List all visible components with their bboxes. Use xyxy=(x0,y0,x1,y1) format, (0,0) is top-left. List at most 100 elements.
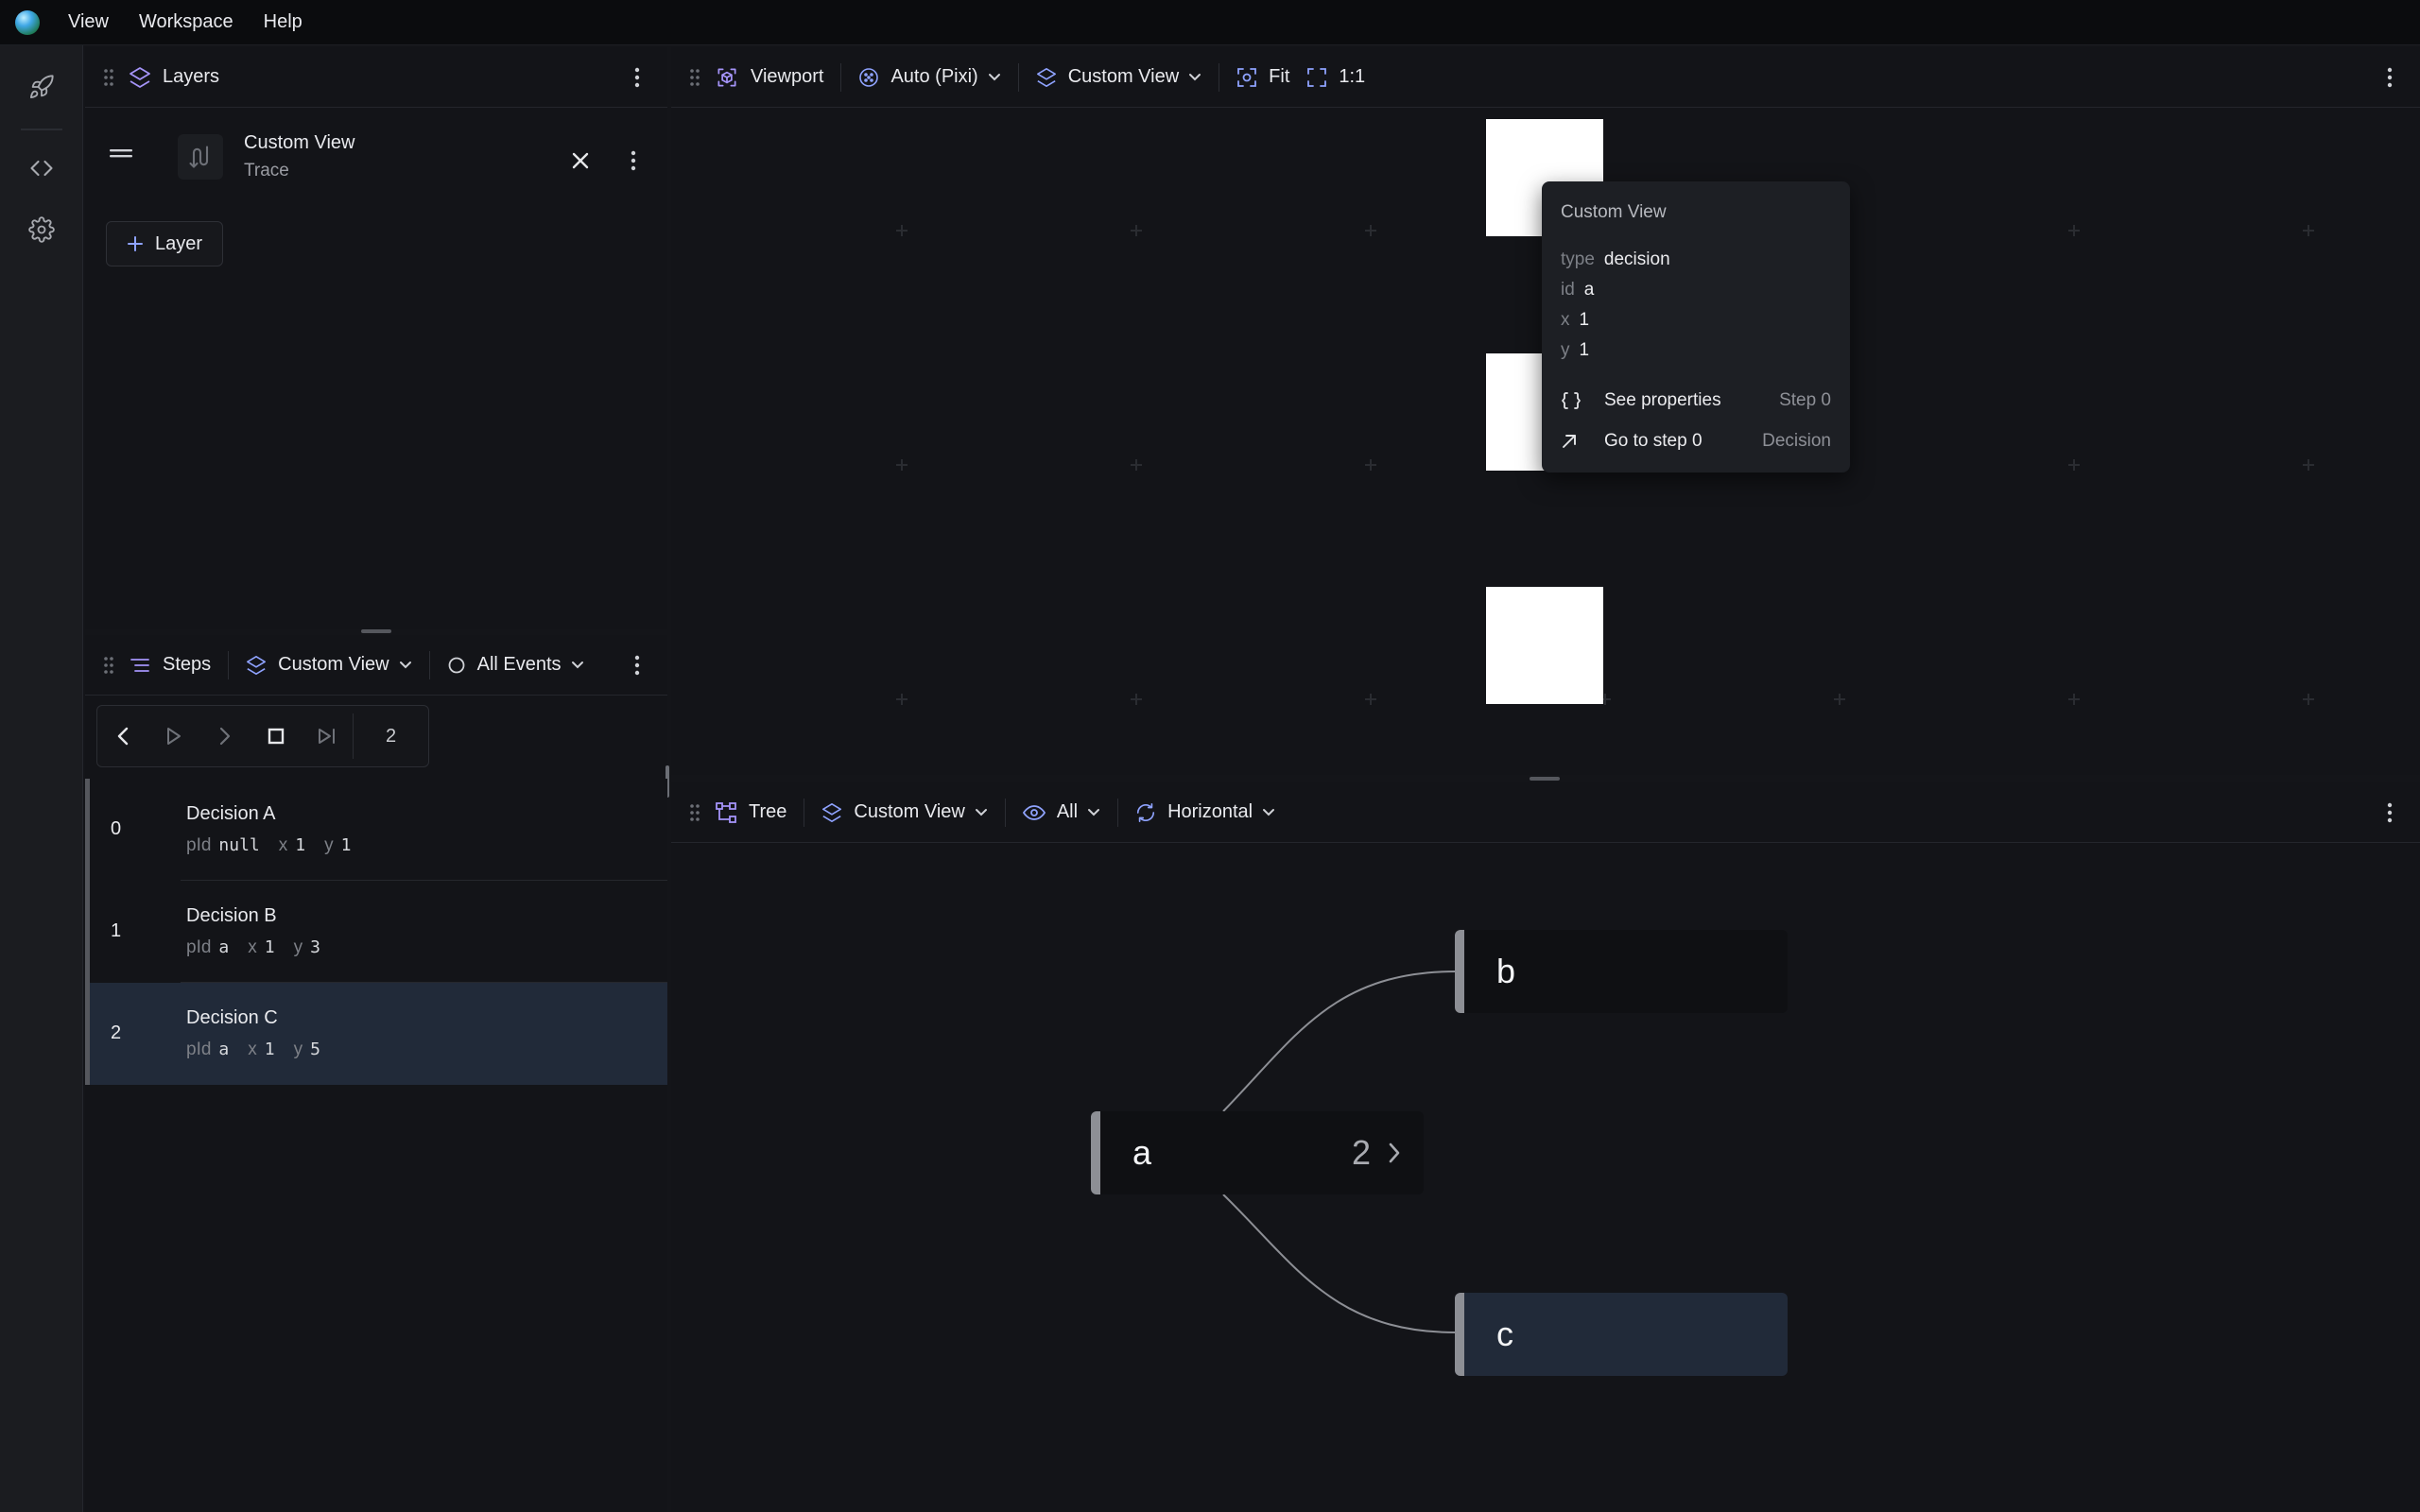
grid-cross xyxy=(896,459,908,471)
tooltip-key: id xyxy=(1561,280,1575,300)
menu-help[interactable]: Help xyxy=(264,11,302,33)
drag-handle-icon[interactable] xyxy=(98,656,119,675)
header-divider xyxy=(1017,62,1019,92)
y-key: y xyxy=(324,835,334,855)
actual-size-button[interactable]: 1:1 xyxy=(1306,66,1374,88)
steps-view-label: Custom View xyxy=(278,654,389,675)
grid-cross xyxy=(1834,694,1845,705)
tooltip-row: y1 xyxy=(1561,340,1589,361)
layer-grip-icon[interactable] xyxy=(110,149,132,159)
step-name: Decision A xyxy=(186,803,276,824)
drag-handle-icon[interactable] xyxy=(684,68,705,87)
next-step-button[interactable] xyxy=(199,706,251,766)
layer-kebab-icon[interactable] xyxy=(620,147,647,174)
rocket-icon[interactable] xyxy=(21,66,62,108)
layer-name: Custom View xyxy=(244,132,355,153)
tree-node-a[interactable]: a 2 xyxy=(1091,1111,1424,1194)
settings-icon[interactable] xyxy=(21,209,62,250)
pid-value: a xyxy=(218,937,230,957)
decision-square-c[interactable] xyxy=(1486,587,1603,704)
tree-node-b[interactable]: b xyxy=(1455,930,1788,1013)
drag-handle-icon[interactable] xyxy=(98,68,119,87)
stop-icon xyxy=(268,728,285,745)
node-accent-bar xyxy=(1455,930,1464,1013)
play-button[interactable] xyxy=(148,706,199,766)
grid-cross xyxy=(896,225,908,236)
chevron-right-icon[interactable] xyxy=(1388,1142,1401,1164)
menu-view[interactable]: View xyxy=(68,11,109,33)
step-name: Decision C xyxy=(186,1007,278,1028)
tooltip-value: a xyxy=(1583,280,1595,300)
layers-steps-resize-handle[interactable] xyxy=(361,629,391,633)
viewport-tree-resize-handle[interactable] xyxy=(1530,777,1560,781)
pid-key: pId xyxy=(186,835,212,855)
add-layer-button[interactable]: Layer xyxy=(106,221,223,266)
step-row[interactable]: 1 Decision B pId a x1 y3 xyxy=(85,881,667,983)
menu-workspace[interactable]: Workspace xyxy=(139,11,233,33)
grid-cross xyxy=(2303,225,2314,236)
go-to-step-hint: Decision xyxy=(1762,431,1831,451)
y-value: 3 xyxy=(310,937,320,957)
pid-value: null xyxy=(218,835,260,855)
go-to-step-label: Go to step 0 xyxy=(1604,431,1703,451)
stop-button[interactable] xyxy=(251,706,302,766)
step-player: 2 xyxy=(96,705,429,767)
grid-cross xyxy=(2068,459,2080,471)
viewport-view-select[interactable]: Custom View xyxy=(1036,66,1201,88)
steps-icon xyxy=(129,654,151,677)
tooltip-title: Custom View xyxy=(1561,202,1667,222)
step-row-selected[interactable]: 2 Decision C pId a x1 y5 xyxy=(85,983,667,1085)
tooltip-key: x xyxy=(1561,310,1570,330)
viewport-title: Viewport xyxy=(751,66,824,87)
node-label: a xyxy=(1132,1133,1152,1172)
step-meta: pId a x1 y3 xyxy=(186,937,320,958)
events-select[interactable]: All Events xyxy=(447,654,584,676)
step-index: 2 xyxy=(111,1022,122,1043)
step-index: 0 xyxy=(111,818,122,839)
fit-label: Fit xyxy=(1269,66,1290,87)
x-value: 1 xyxy=(295,835,306,855)
grid-cross xyxy=(896,694,908,705)
node-accent-bar xyxy=(1091,1111,1100,1194)
step-row[interactable]: 0 Decision A pId null x1 y1 xyxy=(85,779,667,881)
grid-cross xyxy=(1131,694,1142,705)
see-properties-action[interactable]: See properties Step 0 xyxy=(1561,384,1831,418)
node-label: b xyxy=(1496,952,1516,990)
ratio-label: 1:1 xyxy=(1339,66,1366,87)
viewport-kebab-icon[interactable] xyxy=(2378,66,2401,89)
layers-icon xyxy=(1036,67,1056,87)
layer-type: Trace xyxy=(244,161,289,180)
grid-cross xyxy=(2303,694,2314,705)
grid-cross xyxy=(2303,459,2314,471)
previous-step-button[interactable] xyxy=(97,706,148,766)
header-divider xyxy=(428,650,430,679)
pid-key: pId xyxy=(186,937,212,957)
side-rail xyxy=(0,45,83,1512)
skip-end-icon xyxy=(319,729,335,744)
add-layer-label: Layer xyxy=(154,232,203,254)
grid-cross xyxy=(1131,225,1142,236)
viewport-view-label: Custom View xyxy=(1067,66,1180,87)
x-value: 1 xyxy=(264,1040,275,1059)
close-icon[interactable] xyxy=(565,146,596,176)
step-index: 1 xyxy=(111,920,122,941)
x-value: 1 xyxy=(264,937,275,957)
header-divider xyxy=(840,62,842,92)
renderer-select[interactable]: Auto (Pixi) xyxy=(858,66,1000,88)
x-key: x xyxy=(278,835,288,855)
pid-key: pId xyxy=(186,1040,212,1059)
fit-button[interactable]: Fit xyxy=(1236,66,1299,88)
code-icon[interactable] xyxy=(21,147,62,189)
tooltip-row: type decision xyxy=(1561,249,1670,270)
layers-kebab-icon[interactable] xyxy=(626,66,648,89)
steps-view-select[interactable]: Custom View xyxy=(246,654,411,676)
grid-cross xyxy=(2068,694,2080,705)
see-properties-label: See properties xyxy=(1604,390,1721,410)
tree-node-c[interactable]: c xyxy=(1455,1293,1788,1376)
steps-kebab-icon[interactable] xyxy=(626,654,648,677)
viewport-header: Viewport Auto (Pixi) Custom View Fit 1:1 xyxy=(671,47,2420,108)
header-divider xyxy=(228,650,230,679)
go-to-step-action[interactable]: Go to step 0 Decision xyxy=(1561,424,1831,458)
last-step-button[interactable] xyxy=(302,706,353,766)
grid-cross xyxy=(1131,459,1142,471)
